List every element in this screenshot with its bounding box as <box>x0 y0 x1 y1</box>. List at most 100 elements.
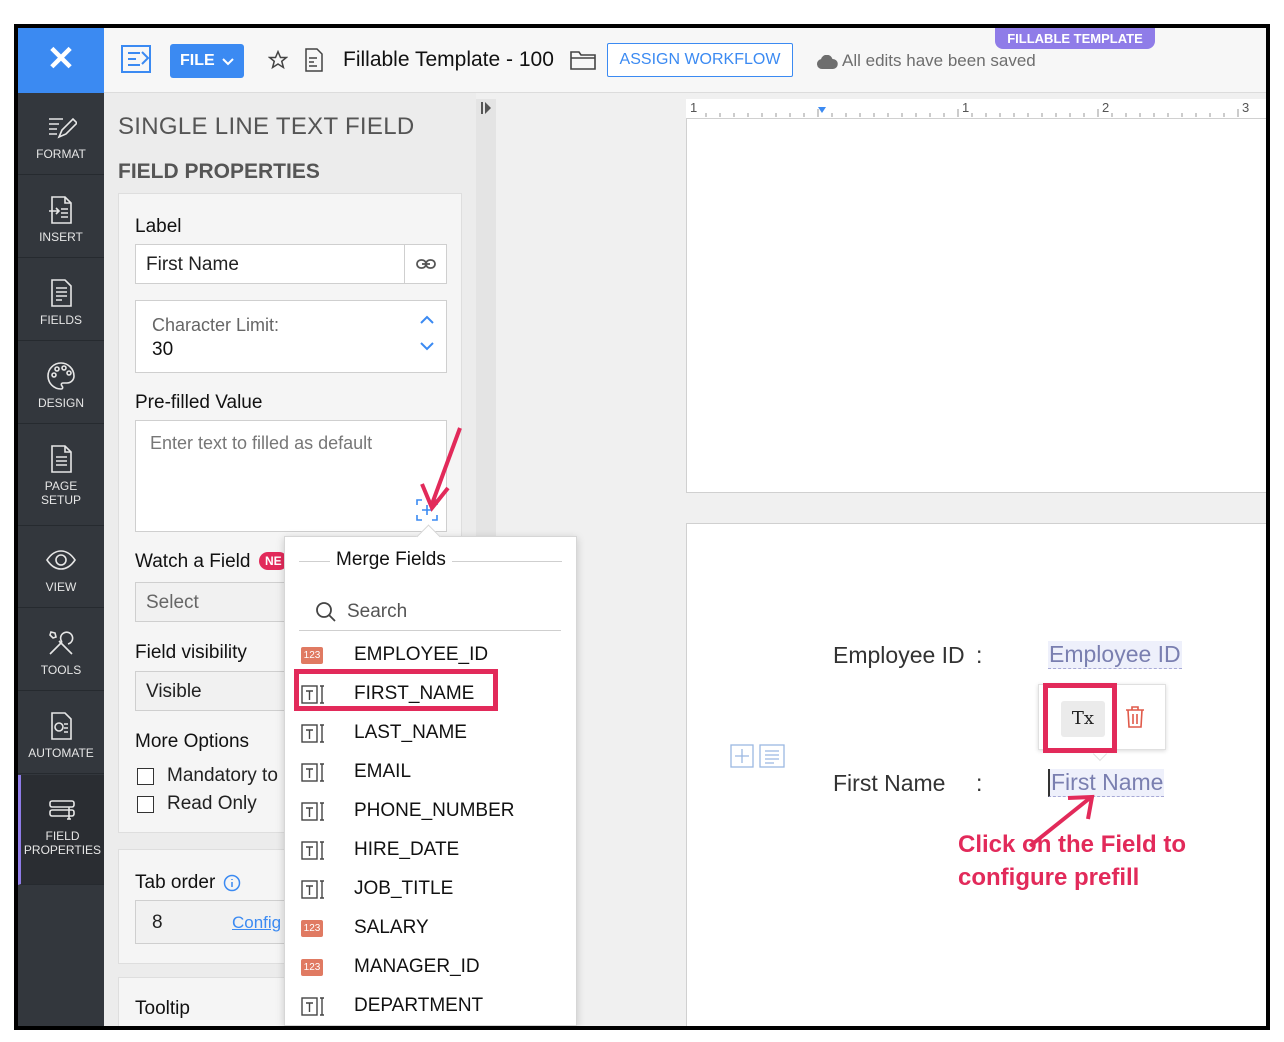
fillable-template-badge: FILLABLE TEMPLATE <box>995 28 1155 49</box>
read-only-checkbox[interactable] <box>137 796 154 813</box>
text-type-icon <box>301 802 324 821</box>
assign-workflow-button[interactable]: ASSIGN WORKFLOW <box>607 43 793 77</box>
rail-item-label: DESIGN <box>37 396 84 410</box>
tab-order-value: 8 <box>152 912 163 933</box>
label-input[interactable]: First Name <box>135 244 447 284</box>
rail-item-automate[interactable]: AUTOMATE <box>18 692 104 774</box>
visibility-value: Visible <box>146 681 202 702</box>
automate-icon <box>51 712 72 740</box>
rail-item-field-properties[interactable]: FIELD PROPERTIES <box>18 775 104 885</box>
annotation-text: Click on the Field to configure prefill <box>958 831 1187 891</box>
merge-field-item[interactable]: 123 SALARY <box>301 910 561 948</box>
tooltip-heading: Tooltip <box>135 998 190 1019</box>
prefilled-value-textarea[interactable]: Enter text to filled as default <box>135 420 447 532</box>
rail-item-insert[interactable]: INSERT <box>18 176 104 258</box>
close-button[interactable]: ✕ <box>18 28 104 93</box>
employee-id-field[interactable]: Employee ID <box>1048 641 1182 669</box>
merge-fields-title: Merge Fields <box>330 549 452 571</box>
tab-order-heading: Tab order <box>135 872 216 893</box>
rail-item-format[interactable]: FORMAT <box>18 93 104 175</box>
top-bar: FILE Fillable Template - 100 ASSIGN WORK… <box>104 28 1266 93</box>
merge-field-item[interactable]: LAST_NAME <box>301 715 561 753</box>
rail-item-label: PAGE SETUP <box>40 479 81 507</box>
search-icon <box>316 602 336 622</box>
mandatory-checkbox[interactable] <box>137 768 154 785</box>
link-icon[interactable] <box>416 257 436 271</box>
document-menu-icon[interactable] <box>120 43 154 75</box>
merge-field-label: EMAIL <box>354 761 412 782</box>
merge-search-input[interactable]: Search <box>299 593 561 631</box>
merge-field-item[interactable]: EMAIL <box>301 754 561 792</box>
rail-item-label: FIELDS <box>39 313 82 327</box>
rail-item-page-setup[interactable]: PAGE SETUP <box>18 425 104 526</box>
cloud-icon <box>817 55 838 69</box>
merge-field-label: PHONE_NUMBER <box>354 800 515 821</box>
text-type-icon <box>301 763 324 782</box>
character-limit-stepper[interactable]: Character Limit: 30 <box>135 300 447 373</box>
prefilled-heading: Pre-filled Value <box>135 392 263 413</box>
chevron-down-icon[interactable] <box>420 342 434 351</box>
ruler-mark: 1 <box>962 100 970 115</box>
panel-subtitle: FIELD PROPERTIES <box>118 160 320 183</box>
merge-field-item[interactable]: HIRE_DATE <box>301 832 561 870</box>
merge-fields-popup: Merge Fields Search 123 EMPLOYEE_ID FIRS… <box>284 536 577 1026</box>
star-icon[interactable] <box>268 50 288 70</box>
rail-item-design[interactable]: DESIGN <box>18 342 104 424</box>
label-heading: Label <box>135 216 182 237</box>
annotation-highlight-box <box>294 669 498 711</box>
label-input-value: First Name <box>146 254 239 275</box>
prefilled-placeholder: Enter text to filled as default <box>150 433 373 453</box>
text-type-icon <box>301 841 324 860</box>
divider <box>404 245 405 283</box>
text-type-icon <box>301 880 324 899</box>
merge-field-item[interactable]: PHONE_NUMBER <box>301 793 561 831</box>
watch-field-heading: Watch a Field <box>135 551 251 572</box>
rail-item-fields[interactable]: FIELDS <box>18 259 104 341</box>
panel-title: SINGLE LINE TEXT FIELD <box>118 113 415 140</box>
rail-item-label: AUTOMATE <box>28 746 94 760</box>
add-row-icon[interactable] <box>730 744 754 768</box>
merge-field-item[interactable]: DEPARTMENT <box>301 988 561 1026</box>
merge-field-label: LAST_NAME <box>354 722 467 743</box>
merge-field-label: EMPLOYEE_ID <box>354 644 489 665</box>
rail-item-label: FORMAT <box>36 147 86 161</box>
format-pen-icon <box>49 117 77 139</box>
merge-field-label: DEPARTMENT <box>354 995 484 1016</box>
read-only-label: Read Only <box>167 793 257 814</box>
rail-item-label: INSERT <box>39 230 83 244</box>
visibility-heading: Field visibility <box>135 642 247 663</box>
employee-id-label: Employee ID <box>833 642 965 668</box>
document-page[interactable] <box>686 119 1266 493</box>
merge-field-label: SALARY <box>354 917 429 938</box>
info-icon[interactable] <box>223 874 241 892</box>
mandatory-label: Mandatory to <box>167 765 278 786</box>
merge-search-placeholder: Search <box>347 601 408 622</box>
watch-field-value: Select <box>146 592 199 613</box>
indent-marker[interactable] <box>818 107 826 113</box>
document-info-icon[interactable] <box>304 48 324 72</box>
document-title[interactable]: Fillable Template - 100 <box>343 48 554 72</box>
tools-icon <box>49 631 74 655</box>
chevron-up-icon[interactable] <box>420 315 434 324</box>
trash-icon[interactable] <box>1125 705 1145 729</box>
configure-link[interactable]: Config <box>232 913 281 933</box>
file-menu-label: FILE <box>180 52 215 69</box>
folder-icon[interactable] <box>570 50 596 70</box>
file-menu-button[interactable]: FILE <box>170 44 244 78</box>
rail-item-view[interactable]: VIEW <box>18 526 104 608</box>
rail-item-tools[interactable]: TOOLS <box>18 609 104 691</box>
save-status: All edits have been saved <box>842 51 1036 70</box>
first-name-label: First Name <box>833 770 946 796</box>
expand-panel-icon[interactable] <box>481 102 491 114</box>
merge-field-item[interactable]: 123 MANAGER_ID <box>301 949 561 987</box>
app-window: ✕ FORMAT INSERT FIELDS DESIGN PAGE SETUP… <box>14 24 1270 1030</box>
more-options-heading: More Options <box>135 731 250 752</box>
ruler-ticks <box>705 107 1239 117</box>
merge-field-label: HIRE_DATE <box>354 839 460 860</box>
merge-field-item[interactable]: JOB_TITLE <box>301 871 561 909</box>
character-limit-value: 30 <box>152 339 174 360</box>
paragraph-icon[interactable] <box>759 744 785 768</box>
ruler-mark: 3 <box>1242 100 1250 115</box>
page-setup-icon <box>51 445 72 473</box>
colon: : <box>976 770 983 796</box>
